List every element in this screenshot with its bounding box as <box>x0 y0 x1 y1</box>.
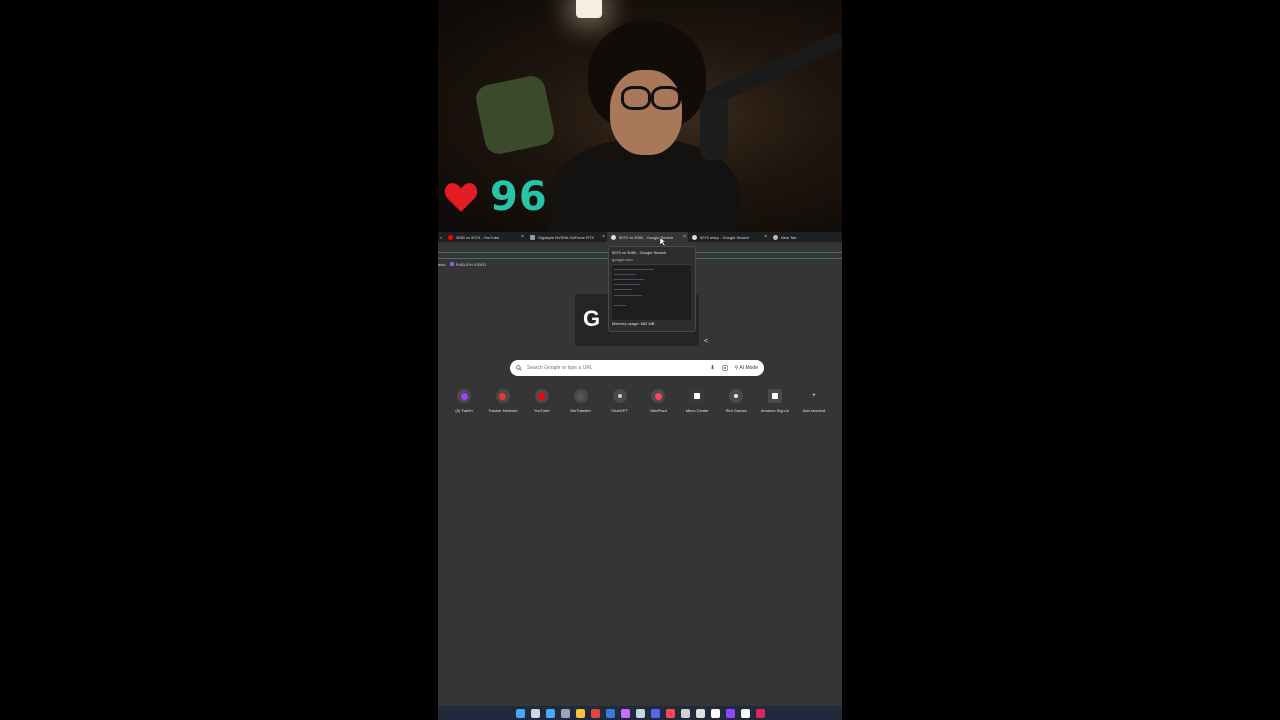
shortcut-label: Micro Center <box>685 408 709 413</box>
shortcut-youtube[interactable]: YouTube <box>524 389 560 413</box>
microphone-icon[interactable] <box>710 365 715 371</box>
tab-gigabyte[interactable]: Gigabyte NVIDIA GeForce RTX × <box>526 232 607 242</box>
shortcut-label: Amazon Sign-in <box>760 408 790 413</box>
mic-arm <box>702 31 842 108</box>
tab-close-icon[interactable]: × <box>521 234 524 240</box>
search-icon <box>516 365 522 371</box>
hover-card-memory: Memory usage: 882 MB <box>612 321 655 326</box>
webcam-feed: 96 <box>438 0 842 232</box>
micro-center-icon <box>690 389 705 403</box>
shortcut-valoplant[interactable]: ValoPlant <box>640 389 676 413</box>
shortcut-amazon[interactable]: Amazon Sign-in <box>757 389 793 413</box>
bookmark-label: PUBLISH VIDEO <box>455 261 487 267</box>
messenger-icon[interactable] <box>620 708 630 718</box>
share-icon[interactable]: < <box>704 338 708 345</box>
shortcut-label: ValoPlant <box>649 408 667 413</box>
windows-taskbar <box>438 706 842 720</box>
ai-mode-button[interactable]: ⚲ AI Mode <box>735 365 758 371</box>
tracker-network-icon <box>495 389 510 403</box>
tab-hover-card: 5070 vs 3080 - Google Search google.com … <box>608 246 696 332</box>
steam-icon[interactable] <box>635 708 645 718</box>
settings-icon[interactable] <box>560 708 570 718</box>
shortcut-chatgpt[interactable]: ChatGPT <box>602 389 638 413</box>
tab-google-search-5070-vs-3080[interactable]: 5070 vs 3080 - Google Search × <box>607 232 688 242</box>
twitch-icon[interactable] <box>725 708 735 718</box>
twitch-icon <box>457 389 471 403</box>
shortcut-label: Add shortcut <box>802 408 826 413</box>
hover-card-url: google.com <box>612 257 633 262</box>
shortcut-wetransfer[interactable]: WeTransfer <box>563 389 599 413</box>
ai-mode-label: AI Mode <box>739 365 758 371</box>
shortcut-label: Riot Games <box>725 408 747 413</box>
chair <box>473 73 557 157</box>
shortcut-label: (5) Twitch <box>455 408 473 413</box>
file-explorer-icon[interactable] <box>575 708 585 718</box>
lens-icon[interactable] <box>721 365 728 371</box>
shortcut-label: Tracker Network <box>488 408 518 413</box>
bookmark-fragment[interactable]: arks <box>438 262 446 267</box>
chrome-icon <box>773 234 778 240</box>
search-placeholder: Search Google or type a URL <box>527 365 593 371</box>
tab-close-icon[interactable]: × <box>602 234 605 240</box>
windows-start-icon[interactable] <box>515 708 525 718</box>
shortcut-label: WeTransfer <box>570 408 591 413</box>
valorant-icon[interactable] <box>665 708 675 718</box>
video-frame: 96 × 3080 vs 5070 - YouTube × Gigabyte N… <box>438 0 842 720</box>
amazon-icon <box>768 389 782 403</box>
tab-label: New Tab <box>781 234 797 240</box>
heart-rate-value: 96 <box>490 174 548 220</box>
hover-card-title: 5070 vs 3080 - Google Search <box>612 250 667 255</box>
photos-icon[interactable] <box>545 708 555 718</box>
shortcut-add[interactable]: + Add shortcut <box>796 389 832 413</box>
google-icon <box>611 234 616 240</box>
browser-window: × 3080 vs 5070 - YouTube × Gigabyte NVID… <box>438 232 842 706</box>
discord-icon[interactable] <box>650 708 660 718</box>
youtube-icon <box>448 234 453 240</box>
shortcut-label: YouTube <box>533 408 550 413</box>
heart-rate-overlay: 96 <box>444 174 548 220</box>
tab-label: Gigabyte NVIDIA GeForce RTX <box>538 234 594 240</box>
app-icon[interactable] <box>710 708 720 718</box>
tab-strip: × 3080 vs 5070 - YouTube × Gigabyte NVID… <box>438 232 842 242</box>
shortcut-tracker-network[interactable]: Tracker Network <box>485 389 521 413</box>
ceiling-lamp <box>576 0 602 18</box>
bookmark-publish-video[interactable]: PUBLISH VIDEO <box>449 261 487 267</box>
app-icon[interactable] <box>755 708 765 718</box>
riot-games-icon <box>729 389 744 403</box>
bookmark-icon <box>449 262 454 266</box>
tab-close-icon[interactable]: × <box>683 234 686 240</box>
mouse-cursor-icon <box>660 238 666 246</box>
app-icon[interactable] <box>605 708 615 718</box>
tab-label: 3080 vs 5070 - YouTube <box>456 234 500 240</box>
tab-new-tab[interactable]: New Tab <box>769 232 829 242</box>
google-icon <box>692 234 697 240</box>
shortcut-micro-center[interactable]: Micro Center <box>679 389 715 413</box>
glasses <box>621 86 681 110</box>
chrome-icon[interactable] <box>590 708 600 718</box>
app-icon[interactable] <box>680 708 690 718</box>
valoplant-icon <box>651 389 666 403</box>
shortcut-twitch[interactable]: (5) Twitch <box>446 389 482 413</box>
chatgpt-icon <box>612 389 627 403</box>
microphone <box>700 96 728 160</box>
plus-icon: + <box>812 393 816 399</box>
hover-card-preview <box>612 264 691 320</box>
shortcut-tiles: (5) Twitch Tracker Network YouTube WeTra… <box>446 389 832 413</box>
shortcut-label: ChatGPT <box>611 408 628 413</box>
gigabyte-icon <box>530 234 535 240</box>
tab-close-icon[interactable]: × <box>764 234 767 240</box>
shortcut-riot-games[interactable]: Riot Games <box>718 389 754 413</box>
search-input[interactable]: Search Google or type a URL ⚲ AI Mode <box>510 360 764 376</box>
person-face <box>610 70 682 155</box>
tab-google-search-5070-msrp[interactable]: 5070 msrp - Google Search × <box>688 232 769 242</box>
heart-icon <box>444 183 478 212</box>
app-icon[interactable] <box>740 708 750 718</box>
tab-label: 5070 msrp - Google Search <box>700 234 750 240</box>
tab-youtube[interactable]: 3080 vs 5070 - YouTube × <box>444 232 526 242</box>
obs-icon[interactable] <box>695 708 705 718</box>
wetransfer-icon <box>573 389 588 403</box>
google-logo-glyph: G <box>583 306 601 331</box>
task-view-icon[interactable] <box>530 708 540 718</box>
youtube-icon <box>534 389 549 403</box>
